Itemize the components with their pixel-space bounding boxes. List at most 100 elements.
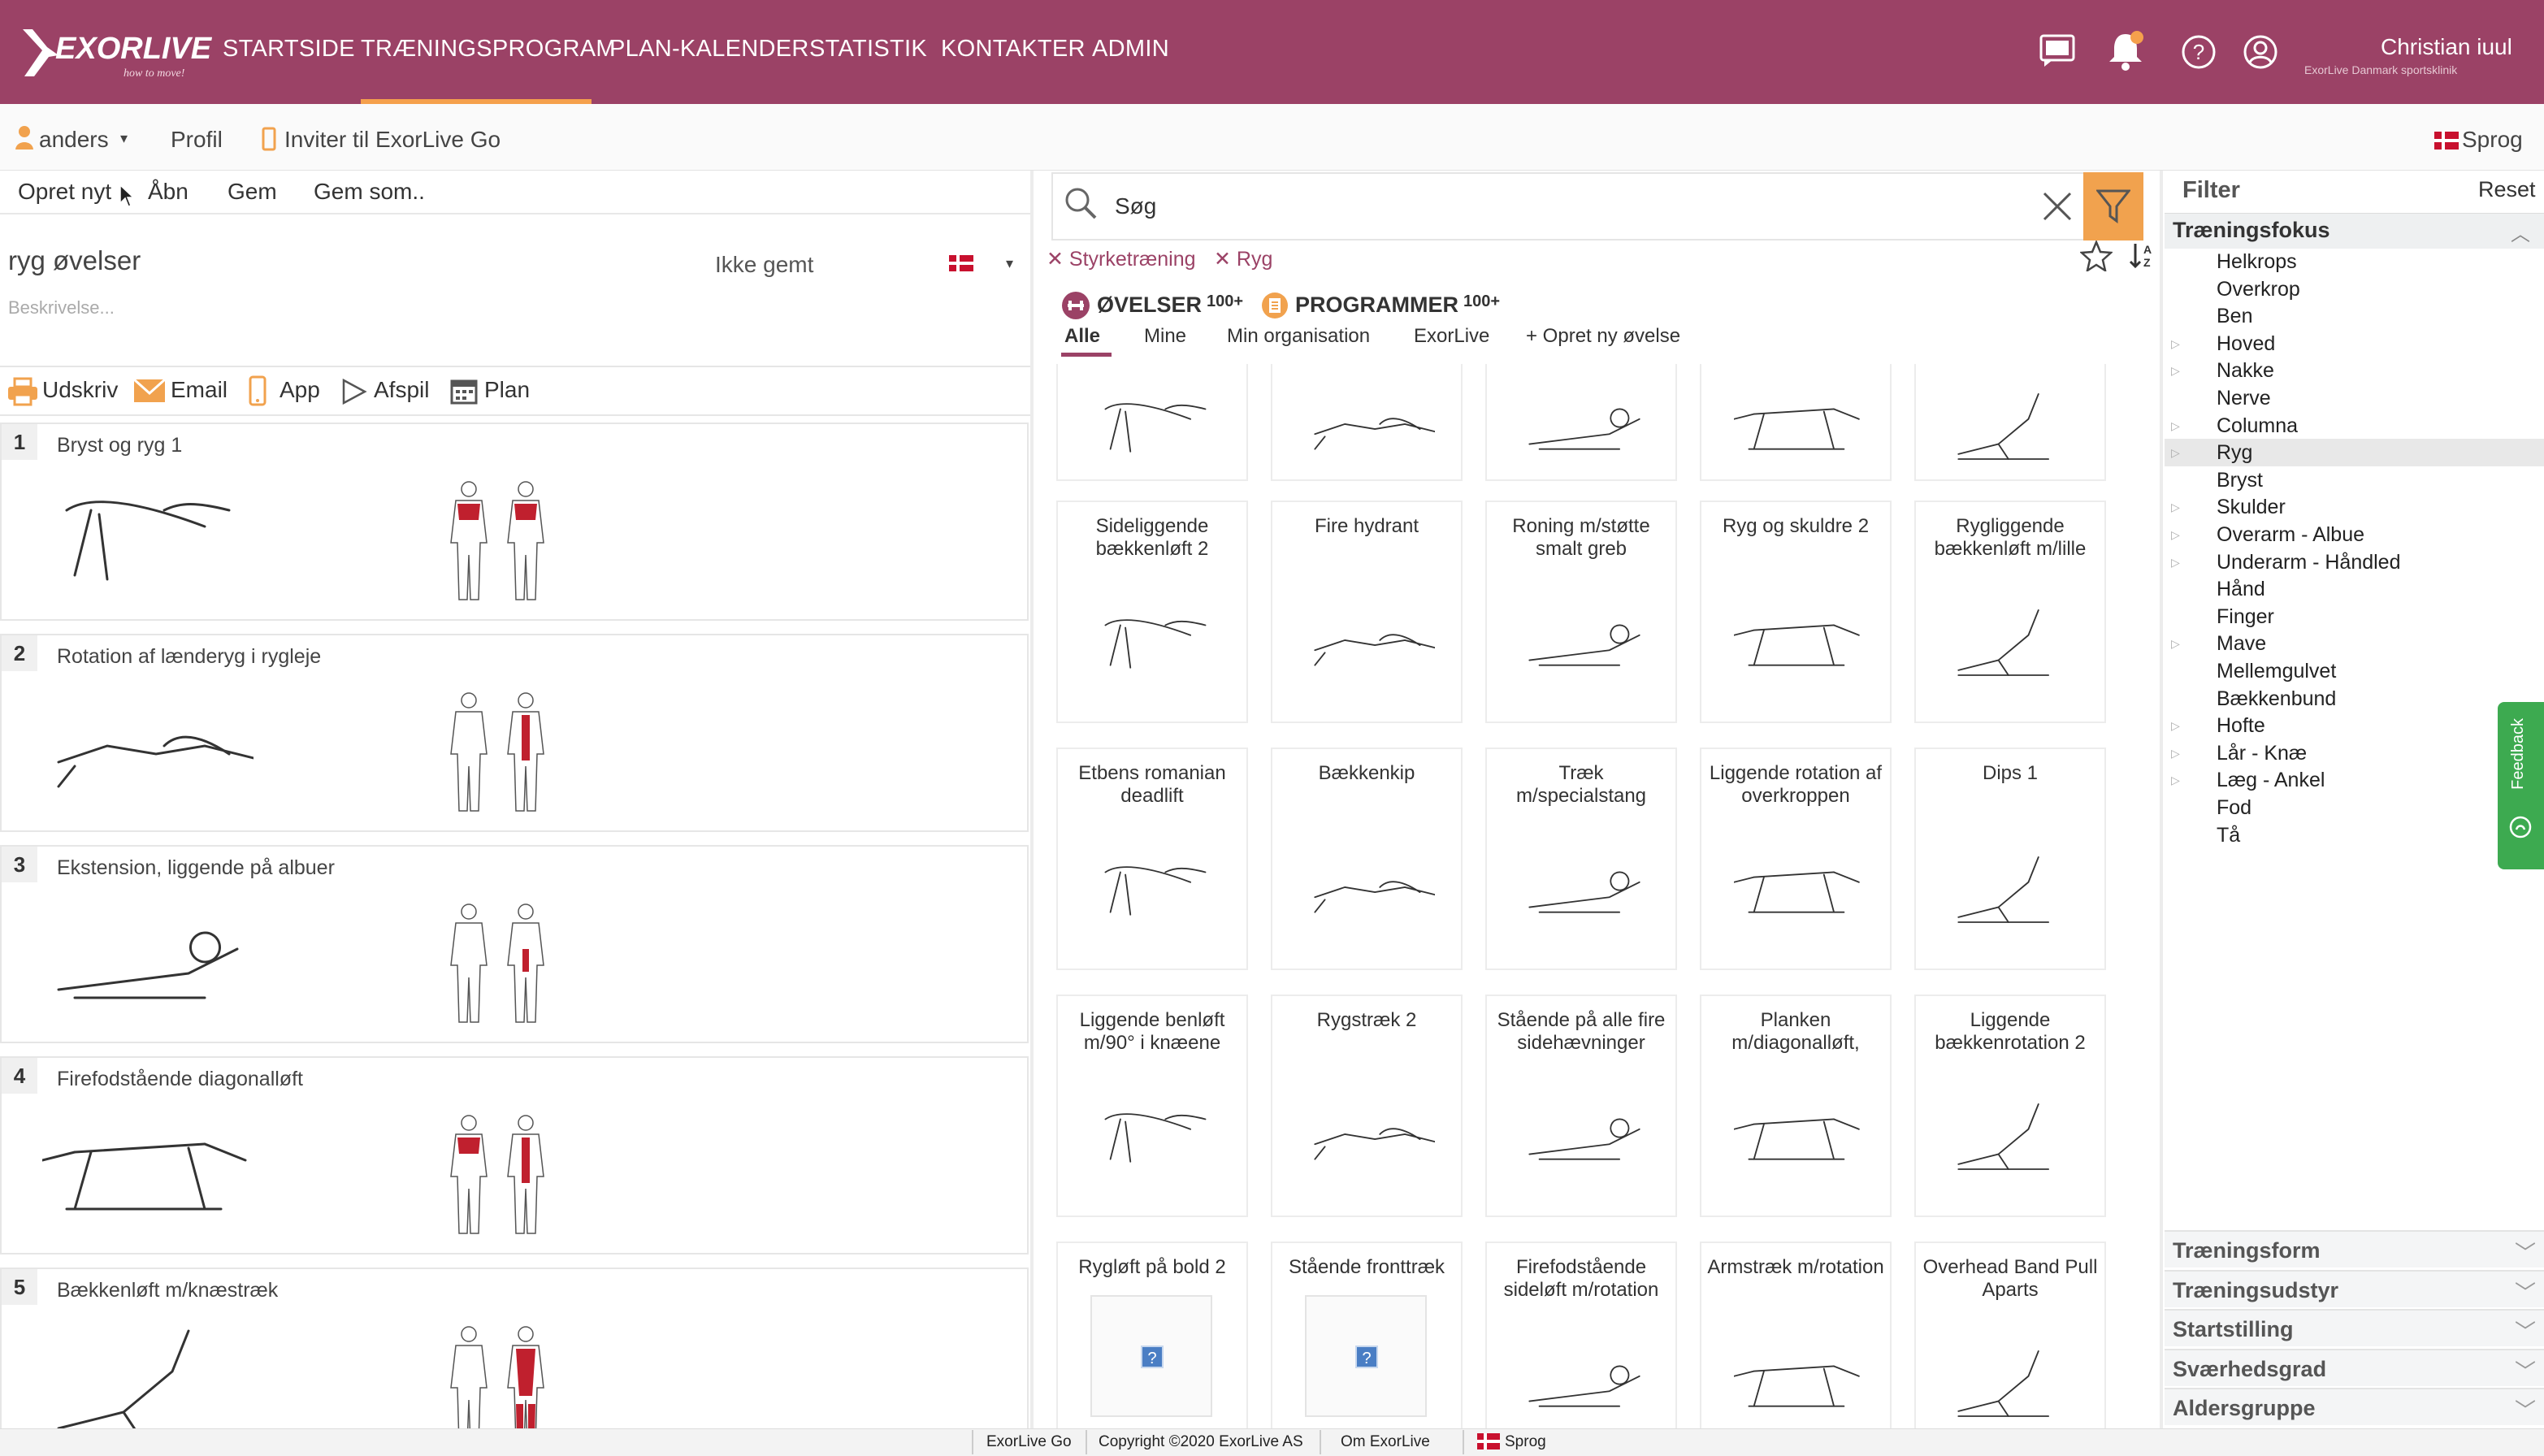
save-as-button[interactable]: Gem som..: [314, 179, 425, 205]
filter-chip-ryg[interactable]: ✕ Ryg: [1214, 247, 1272, 271]
exercise-card[interactable]: [1485, 364, 1677, 481]
print-button[interactable]: Udskriv: [42, 377, 118, 403]
filter-section-header[interactable]: Træningsudstyr ﹀: [2165, 1269, 2544, 1307]
footer-language-link[interactable]: Sprog: [1505, 1433, 1546, 1451]
nav-startside[interactable]: STARTSIDE: [223, 36, 355, 63]
exercise-card[interactable]: Rygstræk 2: [1271, 994, 1463, 1217]
focus-item[interactable]: Overarm - Albue: [2217, 523, 2364, 547]
filter-tab-min-organisation[interactable]: Min organisation: [1227, 325, 1370, 348]
exorlive-logo[interactable]: EXORLIVE how to move!: [18, 23, 213, 81]
focus-item[interactable]: Hoved: [2217, 332, 2275, 356]
exercise-card[interactable]: Roning m/støtte smalt greb: [1485, 500, 1677, 723]
footer-about-link[interactable]: Om ExorLive: [1341, 1433, 1430, 1451]
filter-toggle-button[interactable]: [2083, 172, 2143, 240]
expand-arrow-icon[interactable]: ▷: [2171, 747, 2180, 760]
focus-item[interactable]: Nakke: [2217, 359, 2274, 383]
remove-chip-icon[interactable]: ✕: [1047, 248, 1069, 271]
filter-chip-styrketraening[interactable]: ✕ Styrketræning: [1047, 247, 1196, 271]
email-button[interactable]: Email: [171, 377, 228, 403]
exercise-card[interactable]: Etbens romanian deadlift: [1056, 748, 1248, 970]
program-title[interactable]: ryg øvelser: [8, 245, 141, 276]
expand-arrow-icon[interactable]: ▷: [2171, 774, 2180, 787]
exercise-card[interactable]: [1271, 364, 1463, 481]
nav-statistik[interactable]: STATISTIK: [809, 36, 927, 63]
description-field[interactable]: Beskrivelse...: [8, 297, 115, 318]
expand-arrow-icon[interactable]: ▷: [2171, 556, 2180, 570]
exercise-card[interactable]: Rygløft på bold 2?: [1056, 1242, 1248, 1428]
exercise-card[interactable]: Firefodstående sideløft m/rotation: [1485, 1242, 1677, 1428]
focus-item[interactable]: Ben: [2217, 305, 2252, 328]
search-input[interactable]: Søg: [1115, 193, 1156, 219]
app-button[interactable]: App: [280, 377, 320, 403]
program-exercise-item[interactable]: 2 Rotation af lænderyg i rygleje: [0, 634, 1029, 832]
focus-item[interactable]: Hånd: [2217, 578, 2265, 601]
user-name[interactable]: Christian iuul: [2381, 34, 2512, 60]
focus-item[interactable]: Hofte: [2217, 714, 2265, 738]
tab-exercises[interactable]: ØVELSER 100+: [1097, 292, 1243, 318]
language-selector[interactable]: Sprog: [2462, 127, 2523, 153]
tab-programs[interactable]: PROGRAMMER 100+: [1295, 292, 1500, 318]
focus-item[interactable]: Overkrop: [2217, 278, 2300, 301]
chevron-down-icon[interactable]: ▾: [1006, 255, 1013, 272]
feedback-tab[interactable]: Feedback: [2498, 702, 2544, 869]
focus-item[interactable]: Tå: [2217, 824, 2240, 847]
exercise-card[interactable]: Fire hydrant: [1271, 500, 1463, 723]
exercise-card[interactable]: Bækkenkip: [1271, 748, 1463, 970]
focus-item[interactable]: Bryst: [2217, 469, 2263, 492]
expand-arrow-icon[interactable]: ▷: [2171, 719, 2180, 733]
focus-item[interactable]: Lår - Knæ: [2217, 742, 2307, 765]
focus-item[interactable]: Nerve: [2217, 387, 2271, 410]
exercise-card[interactable]: Planken m/diagonalløft,: [1700, 994, 1892, 1217]
exercise-card[interactable]: Armstræk m/rotation: [1700, 1242, 1892, 1428]
focus-item[interactable]: Underarm - Håndled: [2217, 551, 2401, 574]
remove-chip-icon[interactable]: ✕: [1214, 248, 1237, 271]
program-exercise-item[interactable]: 4 Firefodstående diagonalløft: [0, 1056, 1029, 1254]
exercise-card[interactable]: Overhead Band Pull Aparts: [1914, 1242, 2106, 1428]
exercise-card[interactable]: Rygliggende bækkenløft m/lille: [1914, 500, 2106, 723]
invite-exorlive-go-link[interactable]: Inviter til ExorLive Go: [284, 127, 501, 153]
open-button[interactable]: Åbn: [148, 179, 189, 205]
focus-item[interactable]: Finger: [2217, 605, 2274, 629]
focus-item[interactable]: Ryg: [2217, 441, 2252, 465]
help-icon[interactable]: ?: [2181, 34, 2217, 74]
nav-traeningsprogram[interactable]: TRÆNINGSPROGRAM: [361, 36, 616, 63]
filter-section-header[interactable]: Aldersgruppe ﹀: [2165, 1388, 2544, 1425]
focus-item[interactable]: Bækkenbund: [2217, 687, 2336, 711]
exercise-card[interactable]: Stående på alle fire sidehævninger: [1485, 994, 1677, 1217]
expand-arrow-icon[interactable]: ▷: [2171, 500, 2180, 514]
danish-flag-icon[interactable]: [949, 255, 973, 275]
exercise-card[interactable]: [1914, 364, 2106, 481]
focus-item[interactable]: Mellemgulvet: [2217, 660, 2336, 683]
notification-bell-icon[interactable]: [2106, 31, 2145, 76]
favorite-star-icon[interactable]: [2078, 239, 2114, 275]
program-exercise-item[interactable]: 5 Bækkenløft m/knæstræk: [0, 1268, 1029, 1430]
chevron-down-icon[interactable]: ▾: [120, 130, 128, 147]
expand-arrow-icon[interactable]: ▷: [2171, 528, 2180, 542]
exercise-card[interactable]: Liggende bækkenrotation 2: [1914, 994, 2106, 1217]
program-exercise-item[interactable]: 3 Ekstension, liggende på albuer: [0, 845, 1029, 1043]
expand-arrow-icon[interactable]: ▷: [2171, 419, 2180, 433]
focus-item[interactable]: Skulder: [2217, 496, 2286, 519]
chevron-up-icon[interactable]: ︿: [2511, 218, 2530, 246]
exercise-card[interactable]: Ryg og skuldre 2: [1700, 500, 1892, 723]
exercise-card[interactable]: Stående fronttræk?: [1271, 1242, 1463, 1428]
plan-button[interactable]: Plan: [484, 377, 530, 403]
chat-icon[interactable]: [2038, 32, 2077, 72]
nav-plan-kalender[interactable]: PLAN-KALENDER: [609, 36, 809, 63]
filter-section-header[interactable]: Startstilling ﹀: [2165, 1309, 2544, 1346]
new-program-button[interactable]: Opret nyt: [18, 179, 111, 205]
expand-arrow-icon[interactable]: ▷: [2171, 637, 2180, 651]
clear-search-icon[interactable]: [2041, 190, 2074, 227]
expand-arrow-icon[interactable]: ▷: [2171, 446, 2180, 460]
expand-arrow-icon[interactable]: ▷: [2171, 337, 2180, 351]
exercise-card[interactable]: Sideliggende bækkenløft 2: [1056, 500, 1248, 723]
nav-kontakter[interactable]: KONTAKTER: [941, 36, 1086, 63]
focus-item[interactable]: Fod: [2217, 796, 2251, 820]
exercise-card[interactable]: Liggende rotation af overkroppen: [1700, 748, 1892, 970]
focus-item[interactable]: Columna: [2217, 414, 2298, 438]
filter-tab-mine[interactable]: Mine: [1144, 325, 1186, 348]
filter-section-header[interactable]: Sværhedsgrad ﹀: [2165, 1348, 2544, 1386]
sort-icon[interactable]: AZ: [2127, 240, 2156, 274]
expand-arrow-icon[interactable]: ▷: [2171, 364, 2180, 378]
focus-item[interactable]: Helkrops: [2217, 250, 2297, 274]
